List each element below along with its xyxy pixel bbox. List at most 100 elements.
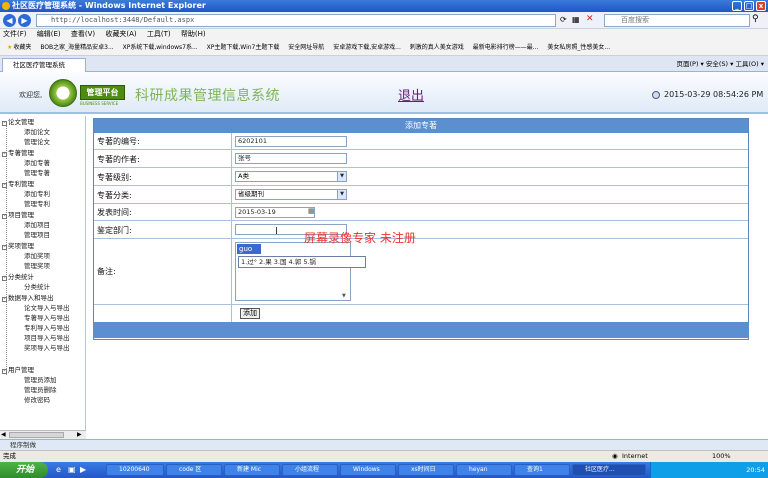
tree-item-stats[interactable]: 分类统计 — [24, 283, 50, 292]
sidebar-footer: 程序制做 — [0, 439, 768, 450]
zoom-label[interactable]: 100% — [712, 451, 731, 462]
taskbar-button[interactable]: code 区 — [166, 464, 222, 476]
tree-group-users[interactable]: - 用户管理 — [2, 366, 34, 375]
form-row-dept: 鉴定部门: — [94, 221, 748, 239]
tree-item-paper-io[interactable]: 论文导入与导出 — [24, 304, 70, 313]
back-button[interactable]: ◀ — [3, 14, 16, 27]
ime-candidate-list[interactable]: 1.过° 2.果 3.国 4.郭 5.锅 — [238, 256, 366, 268]
taskbar-button[interactable]: 新建 Mic — [224, 464, 280, 476]
tree-item-patent-io[interactable]: 专利导入与导出 — [24, 324, 70, 333]
tree-item-add-project[interactable]: 添加项目 — [24, 221, 50, 230]
tree-item-delete-admin[interactable]: 管理员删除 — [24, 386, 57, 395]
textarea-scroll-icon[interactable]: ▼ — [342, 293, 346, 299]
taskbar-button[interactable]: 小组流程 — [282, 464, 338, 476]
form-footer — [93, 322, 749, 338]
forward-button[interactable]: ▶ — [18, 14, 31, 27]
tree-item-add-patent[interactable]: 添加专利 — [24, 190, 50, 199]
tray-clock[interactable]: 20:54 — [746, 466, 765, 474]
taskbar: 开始 e ▣ ▶ 10200640 code 区 新建 Mic 小组流程 Win… — [0, 462, 768, 478]
scroll-left-icon[interactable]: ◀ — [1, 431, 6, 438]
quicklaunch-desktop-icon[interactable]: ▣ — [68, 465, 76, 474]
favorite-link[interactable]: 刺激的真人美女游戏 — [410, 40, 464, 55]
tree-item-book-io[interactable]: 专著导入与导出 — [24, 314, 70, 323]
tree-item-add-paper[interactable]: 添加论文 — [24, 128, 50, 137]
status-text: 完成 — [3, 452, 16, 460]
quicklaunch-ie-icon[interactable]: e — [56, 465, 61, 474]
taskbar-button[interactable]: Windows — [340, 464, 396, 476]
sidebar-scrollbar[interactable]: ◀ ▶ — [0, 430, 86, 439]
minimize-button[interactable]: _ — [732, 1, 742, 11]
menu-tools[interactable]: 工具(T) — [147, 30, 171, 38]
taskbar-button[interactable]: 10200640 — [106, 464, 164, 476]
menu-help[interactable]: 帮助(H) — [181, 30, 206, 38]
favorite-link[interactable]: 美女私房照_性感美女... — [547, 40, 610, 55]
refresh-icon[interactable]: ⟳ — [560, 15, 567, 24]
favorite-link[interactable]: 安全网址导航 — [288, 40, 324, 55]
logo-subtitle: BUSINESS SERVICE — [80, 101, 119, 106]
quicklaunch-media-icon[interactable]: ▶ — [80, 465, 86, 474]
close-button[interactable]: x — [756, 1, 766, 11]
tree-group-projects[interactable]: - 项目管理 — [2, 211, 34, 220]
command-bar[interactable]: 页面(P) ▾ 安全(S) ▾ 工具(O) ▾ — [677, 56, 765, 72]
menu-view[interactable]: 查看(V) — [71, 30, 95, 38]
tree-group-stats[interactable]: - 分类统计 — [2, 273, 34, 282]
search-icon[interactable]: ⚲ — [752, 14, 759, 24]
menu-edit[interactable]: 编辑(E) — [37, 30, 61, 38]
tree-item-manage-award[interactable]: 管理奖项 — [24, 262, 50, 271]
start-button[interactable]: 开始 — [0, 462, 48, 478]
url-input[interactable]: http://localhost:3448/Default.aspx — [36, 14, 556, 27]
stop-icon[interactable]: ✕ — [586, 14, 594, 24]
tree-item-add-award[interactable]: 添加奖项 — [24, 252, 50, 261]
favorite-link[interactable]: 安卓游戏下载,安卓游戏... — [333, 40, 401, 55]
tree-item-manage-book[interactable]: 管理专著 — [24, 169, 50, 178]
form-row-submit: 添加 — [94, 305, 748, 323]
notes-label: 备注: — [97, 267, 116, 276]
tree-item-manage-patent[interactable]: 管理专利 — [24, 200, 50, 209]
taskbar-button[interactable]: xs时间日 — [398, 464, 454, 476]
taskbar-button[interactable]: 查询1 — [514, 464, 570, 476]
favorite-link[interactable]: XP主题下载,Win7主题下载 — [207, 40, 280, 55]
tree-item-add-admin[interactable]: 管理员添加 — [24, 376, 57, 385]
tree-item-award-io[interactable]: 奖项导入与导出 — [24, 344, 70, 353]
tree-group-import-export[interactable]: - 数据导入和导出 — [2, 294, 54, 303]
tree-item-add-book[interactable]: 添加专著 — [24, 159, 50, 168]
favorites-star-icon[interactable]: ★ — [7, 40, 12, 55]
tab-active[interactable]: 社区医疗管理系统 — [2, 58, 86, 72]
tree-item-project-io[interactable]: 项目导入与导出 — [24, 334, 70, 343]
sidebar-tree: - 论文管理 添加论文 管理论文 - 专著管理 添加专著 管理专著 - 专利管理 添加… — [0, 116, 86, 438]
date-input[interactable]: 2015-03-19 — [235, 207, 315, 218]
category-select[interactable]: 省级期刊 ▼ — [235, 189, 347, 200]
add-button[interactable]: 添加 — [240, 308, 260, 319]
notes-textarea[interactable]: guo 1.过° 2.果 3.国 4.郭 5.锅 ▼ — [235, 242, 366, 301]
compat-icon[interactable]: ▦ — [572, 15, 580, 24]
favorite-link[interactable]: 最新电影排行榜——最... — [473, 40, 539, 55]
taskbar-button[interactable]: heyan — [456, 464, 512, 476]
scrollbar-thumb[interactable] — [9, 432, 64, 438]
code-input[interactable]: 6202101 — [235, 136, 347, 147]
favorites-button[interactable]: 收藏夹 — [13, 40, 31, 55]
maximize-button[interactable]: □ — [744, 1, 754, 11]
favorite-link[interactable]: XP系统下载,windows7系... — [123, 40, 198, 55]
menu-file[interactable]: 文件(F) — [3, 30, 27, 38]
form-row-date: 发表时间: 2015-03-19 ▦ — [94, 204, 748, 221]
level-select[interactable]: A类 ▼ — [235, 171, 347, 182]
tree-item-manage-paper[interactable]: 管理论文 — [24, 138, 50, 147]
author-input[interactable]: 张号 — [235, 153, 347, 164]
tree-item-manage-project[interactable]: 管理项目 — [24, 231, 50, 240]
tree-group-books[interactable]: - 专著管理 — [2, 149, 34, 158]
search-input[interactable]: 百度搜索 — [604, 14, 750, 27]
window-title: 社区医疗管理系统 - Windows Internet Explorer — [12, 1, 206, 10]
logout-link[interactable]: 退出 — [398, 85, 424, 104]
menu-favorites[interactable]: 收藏夹(A) — [105, 30, 136, 38]
scroll-right-icon[interactable]: ▶ — [77, 431, 82, 438]
tree-group-papers[interactable]: - 论文管理 — [2, 118, 34, 127]
taskbar-button-active[interactable]: 社区医疗... — [572, 464, 646, 476]
tree-group-awards[interactable]: - 奖项管理 — [2, 242, 34, 251]
menu-bar: 文件(F) 编辑(E) 查看(V) 收藏夹(A) 工具(T) 帮助(H) — [0, 29, 768, 40]
favorite-link[interactable]: BOB之家_海量精品安卓3... — [40, 40, 113, 55]
tree-item-change-password[interactable]: 修改密码 — [24, 396, 50, 405]
tree-group-patents[interactable]: - 专利管理 — [2, 180, 34, 189]
calendar-icon[interactable]: ▦ — [308, 207, 315, 215]
add-book-form: 添加专著 专著的编号: 6202101 专著的作者: 张号 专著级别: A类 ▼ … — [93, 118, 749, 340]
status-bar: 完成 ◉ Internet 100% — [0, 450, 768, 462]
